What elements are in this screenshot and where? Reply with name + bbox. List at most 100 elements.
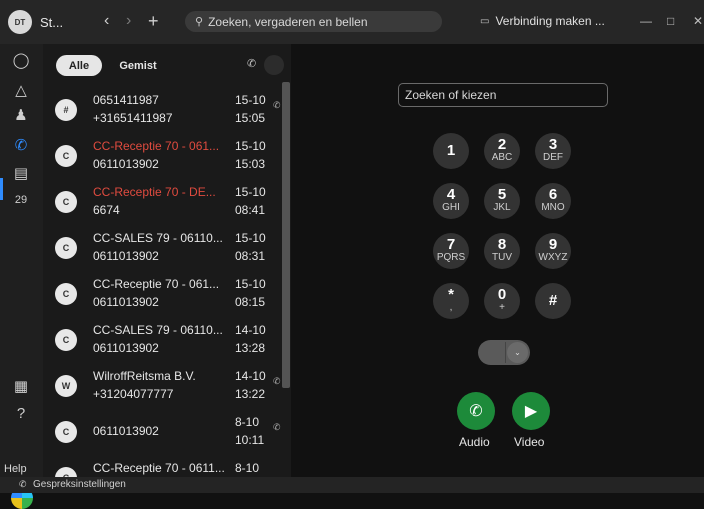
call-date: 15-10 <box>235 185 266 199</box>
list-item[interactable]: C CC-SALES 79 - 06110... 0611013902 15-1… <box>43 226 283 272</box>
dial-input[interactable]: Zoeken of kiezen <box>398 83 608 107</box>
help-label[interactable]: Help <box>4 463 27 475</box>
call-time: 13:22 <box>235 387 266 401</box>
key-digit: 9 <box>548 236 558 253</box>
search-icon: ⚲ <box>195 16 204 28</box>
call-date: 15-10 <box>235 139 266 153</box>
list-item[interactable]: C CC-Receptie 70 - DE... 6674 15-10 08:4… <box>43 180 283 226</box>
dial-key-star[interactable]: *, <box>433 283 469 319</box>
caller-name: CC-Receptie 70 - 061... <box>93 139 220 153</box>
back-button[interactable]: ‹ <box>104 11 109 31</box>
call-date: 15-10 <box>235 231 266 245</box>
key-letters: JKL <box>493 202 511 213</box>
list-item[interactable]: C CC-Receptie 70 - 061... 0611013902 15-… <box>43 272 283 318</box>
dial-key-0[interactable]: 0 + <box>484 283 520 319</box>
list-item[interactable]: C CC-Receptie 70 - 0611... 8-10 <box>43 456 283 477</box>
list-item[interactable]: C CC-Receptie 70 - 061... 0611013902 15-… <box>43 134 283 180</box>
key-digit: 4 <box>446 186 456 203</box>
dial-key-hash[interactable]: # <box>535 283 571 319</box>
key-digit: 0 <box>497 286 507 303</box>
user-avatar[interactable]: DT <box>8 10 32 34</box>
help-icon[interactable]: ? <box>9 404 33 424</box>
caller-name: CC-Receptie 70 - 061... <box>93 277 220 291</box>
minimize-button[interactable]: — <box>640 14 652 28</box>
dial-key-5[interactable]: 5 JKL <box>484 183 520 219</box>
dial-key-1[interactable]: 1 <box>433 133 469 169</box>
list-scrollbar[interactable] <box>282 82 290 388</box>
dial-key-2[interactable]: 2 ABC <box>484 133 520 169</box>
connect-label: Verbinding maken ... <box>495 14 605 28</box>
call-date: 8-10 <box>235 415 260 429</box>
tab-missed[interactable]: Gemist <box>113 55 163 76</box>
call-time: 08:31 <box>235 249 266 263</box>
key-letters: PQRS <box>436 252 466 263</box>
dial-key-6[interactable]: 6 MNO <box>535 183 571 219</box>
call-settings-icon[interactable]: ✆ <box>247 57 256 70</box>
caller-number: 6674 <box>93 203 120 217</box>
caller-number: 0611013902 <box>93 249 159 263</box>
key-letters: + <box>499 302 505 313</box>
connect-device-button[interactable]: ▭ Verbinding maken ... <box>480 14 605 28</box>
forward-button[interactable]: › <box>126 11 131 31</box>
key-letters: TUV <box>492 252 512 263</box>
call-option-toggle[interactable]: ⌄ <box>478 340 530 365</box>
voicemail-icon[interactable]: ▤ <box>9 164 33 184</box>
call-settings-icon[interactable]: ✆ <box>19 479 27 490</box>
chevron-down-icon[interactable]: ⌄ <box>507 342 528 363</box>
avatar: C <box>55 421 77 443</box>
search-placeholder: Zoeken, vergaderen en bellen <box>208 14 368 29</box>
avatar: C <box>55 145 77 167</box>
dial-key-3[interactable]: 3 DEF <box>535 133 571 169</box>
call-date: 15-10 <box>235 277 266 291</box>
call-time: 13:28 <box>235 341 266 355</box>
call-time: 15:03 <box>235 157 266 171</box>
avatar: # <box>55 99 77 121</box>
tab-all[interactable]: Alle <box>56 55 102 76</box>
device-icon: ▭ <box>480 15 490 27</box>
audio-call-button[interactable]: ✆ <box>457 392 495 430</box>
audio-label: Audio <box>459 435 490 449</box>
call-date: 14-10 <box>235 369 266 383</box>
maximize-button[interactable]: □ <box>667 14 674 28</box>
key-letters: DEF <box>543 152 563 163</box>
calling-icon[interactable]: ✆ <box>9 136 33 156</box>
caller-name: CC-SALES 79 - 06110... <box>93 231 223 245</box>
dial-key-4[interactable]: 4 GHI <box>433 183 469 219</box>
list-item[interactable]: # 0651411987 +31651411987 15-10 15:05 ✆ <box>43 88 283 134</box>
teams-icon[interactable]: △ <box>9 81 33 101</box>
key-letters: GHI <box>442 202 460 213</box>
status-title[interactable]: St... <box>40 15 63 30</box>
caller-name: CC-Receptie 70 - DE... <box>93 185 216 199</box>
key-digit: * <box>448 286 454 303</box>
caller-name: CC-Receptie 70 - 0611... <box>93 461 225 475</box>
call-history-pane: Alle Gemist ✆ # 0651411987 +31651411987 … <box>43 44 291 477</box>
calendar-icon[interactable]: 29 <box>9 190 33 210</box>
caller-number: +31651411987 <box>93 111 173 125</box>
outgoing-call-icon: ✆ <box>273 376 281 386</box>
list-item[interactable]: C 0611013902 8-10 10:11 ✆ <box>43 410 283 456</box>
key-letters: WXYZ <box>538 252 568 263</box>
caller-name: CC-SALES 79 - 06110... <box>93 323 223 337</box>
more-options-icon[interactable] <box>264 55 284 75</box>
avatar: W <box>55 375 77 397</box>
caller-name: 0651411987 <box>93 93 159 107</box>
list-item[interactable]: W WilroffReitsma B.V. +31204077777 14-10… <box>43 364 283 410</box>
call-settings-link[interactable]: Gespreksinstellingen <box>33 479 126 490</box>
call-time: 08:41 <box>235 203 266 217</box>
search-input[interactable]: ⚲ Zoeken, vergaderen en bellen <box>185 11 442 32</box>
key-letters: ABC <box>491 152 513 163</box>
dial-key-8[interactable]: 8 TUV <box>484 233 520 269</box>
phone-icon: ✆ <box>469 403 483 420</box>
video-call-button[interactable]: ▶ <box>512 392 550 430</box>
dial-key-9[interactable]: 9 WXYZ <box>535 233 571 269</box>
apps-icon[interactable]: ▦ <box>9 377 33 397</box>
call-date: 8-10 <box>235 461 260 475</box>
caller-name: 0611013902 <box>93 424 159 438</box>
call-date: 15-10 <box>235 93 266 107</box>
close-button[interactable]: ✕ <box>693 14 703 28</box>
contacts-icon[interactable]: ♟ <box>9 106 33 126</box>
list-item[interactable]: C CC-SALES 79 - 06110... 0611013902 14-1… <box>43 318 283 364</box>
new-button[interactable]: + <box>148 11 159 31</box>
dial-key-7[interactable]: 7 PQRS <box>433 233 469 269</box>
messaging-icon[interactable]: ◯ <box>9 51 33 71</box>
